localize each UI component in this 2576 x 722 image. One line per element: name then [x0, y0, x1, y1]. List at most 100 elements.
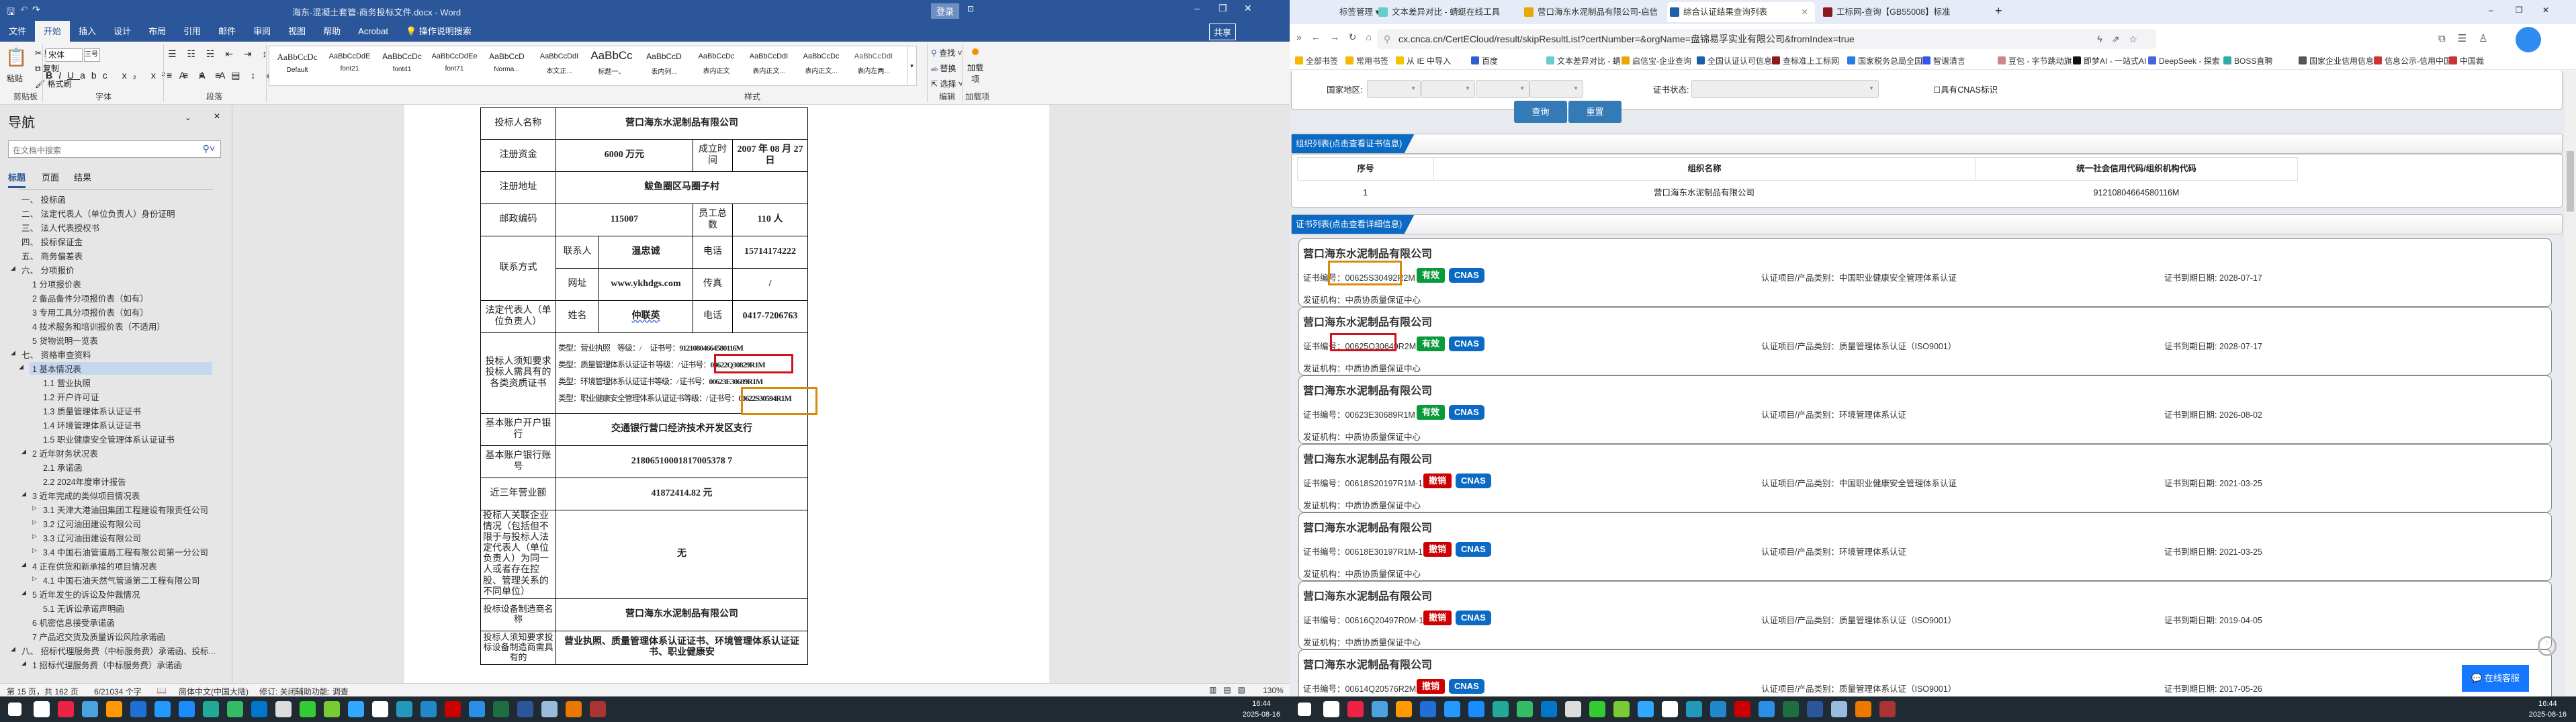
- taskbar-app-icon[interactable]: [1710, 701, 1726, 717]
- style-font41[interactable]: AaBbCcDc font41: [377, 46, 427, 85]
- taskbar-app-icon[interactable]: [541, 701, 558, 717]
- cert-card[interactable]: 营口海东水泥制品有限公司 证书编号：00623E30689R1M 有效 CNAS 发证机…: [1298, 375, 2552, 444]
- taskbar-app-icon[interactable]: [1444, 701, 1460, 717]
- nav-heading-item[interactable]: 5.1 无诉讼承诺声明函: [43, 602, 124, 615]
- taskbar-app-icon[interactable]: [179, 701, 195, 717]
- font-size-select[interactable]: 三号: [84, 48, 100, 62]
- styles-more-button[interactable]: ▾: [907, 46, 916, 85]
- cert-card[interactable]: 营口海东水泥制品有限公司 证书编号：00618S20197R1M-1 撤销 CNAS 发…: [1298, 444, 2552, 512]
- ribbon-display-icon[interactable]: ⊡: [967, 4, 974, 13]
- minimize-button[interactable]: –: [2489, 5, 2493, 15]
- restore-button[interactable]: ❐: [2516, 5, 2523, 15]
- expand-toggle-icon[interactable]: ◢: [11, 645, 15, 653]
- nav-heading-item[interactable]: 1.3 质量管理体系认证证书: [43, 404, 141, 417]
- expand-toggle-icon[interactable]: ▷: [32, 504, 37, 512]
- style-normal[interactable]: AaBbCcD Norma...: [482, 46, 532, 85]
- taskbar-app-icon[interactable]: [1734, 701, 1750, 717]
- tab-bookmark-manager[interactable]: 标签管理 ▾: [1323, 2, 1380, 22]
- taskbar-app-icon[interactable]: [130, 701, 146, 717]
- tab-references[interactable]: 引用: [175, 21, 210, 42]
- taskbar-app-icon[interactable]: [1323, 701, 1339, 717]
- login-button[interactable]: 登录: [931, 3, 960, 19]
- taskbar-app-icon[interactable]: [1468, 701, 1484, 717]
- bookmark-item[interactable]: 国家税务总局全国: [1847, 55, 1922, 66]
- nav-heading-item[interactable]: 6 机密信息接受承诺函: [32, 616, 115, 629]
- style-heading[interactable]: AaBbCc 标题一、: [586, 46, 637, 85]
- taskbar-app-icon[interactable]: [372, 701, 388, 717]
- bookmark-item[interactable]: 信息公示-信用中国: [2374, 55, 2452, 66]
- nav-heading-item[interactable]: ▷ 4.1 中国石油天然气管道第二工程有限公司: [32, 574, 199, 586]
- clock[interactable]: 16:44 2025-08-16: [1243, 698, 1280, 720]
- expand-toggle-icon[interactable]: ◢: [21, 448, 26, 455]
- nav-heading-item[interactable]: 二、 法定代表人（单位负责人）身份证明: [21, 207, 175, 220]
- nav-heading-item[interactable]: ◢ 3 近年完成的类似项目情况表: [21, 489, 140, 502]
- taskbar-app-icon[interactable]: [517, 701, 533, 717]
- nav-heading-item[interactable]: 五、 商务偏差表: [21, 249, 83, 262]
- style-font71[interactable]: AaBbCcDdEe font71: [429, 46, 480, 85]
- tab-help[interactable]: 帮助: [314, 21, 349, 42]
- nav-close-icon[interactable]: ✕: [214, 111, 220, 121]
- close-button[interactable]: ✕: [1244, 3, 1252, 14]
- page-count[interactable]: 第 15 页，共 162 页: [7, 686, 79, 697]
- expand-toggle-icon[interactable]: ◢: [21, 490, 26, 498]
- taskbar-app-icon[interactable]: [1662, 701, 1678, 717]
- nav-heading-item[interactable]: ▷ 3.4 中国石油管道局工程有限公司第一分公司: [32, 545, 208, 558]
- taskbar-app-icon[interactable]: [445, 701, 461, 717]
- tab-cert-results[interactable]: 综合认证结果查询列表 ✕: [1667, 2, 1815, 22]
- reset-button[interactable]: 重置: [1568, 101, 1622, 123]
- style-font21[interactable]: AaBbCcDdE font21: [324, 46, 375, 85]
- taskbar-app-icon[interactable]: [1807, 701, 1823, 717]
- page-scrollbar[interactable]: [2565, 71, 2576, 696]
- taskbar-app-icon[interactable]: [420, 701, 437, 717]
- cert-card[interactable]: 营口海东水泥制品有限公司 证书编号：00616Q20497R0M-1 撤销 CNAS 发…: [1298, 581, 2552, 649]
- taskbar-app-icon[interactable]: [58, 701, 74, 717]
- cert-card[interactable]: 营口海东水泥制品有限公司 证书编号：00625Q30649R2M 有效 CNAS 发证机…: [1298, 307, 2552, 375]
- taskbar-app-icon[interactable]: [82, 701, 98, 717]
- undo-icon[interactable]: ↶: [20, 4, 28, 15]
- back-to-top-icon[interactable]: ↑: [2538, 636, 2557, 656]
- nav-search-input[interactable]: 在文档中搜索 ⚲˅: [8, 140, 221, 158]
- zoom-level[interactable]: 130%: [1263, 686, 1284, 695]
- bookmark-item[interactable]: 豆包 - 字节跳动旗: [1998, 55, 2072, 66]
- addins-button[interactable]: 加载项: [967, 62, 983, 85]
- tab-gbw[interactable]: 工标网-查询【GB55008】标准: [1820, 2, 1985, 22]
- tab-text-diff[interactable]: 文本差异对比 - 蜻蜓在线工具: [1376, 2, 1513, 22]
- nav-heading-item[interactable]: ◢ 1 基本情况表: [19, 362, 212, 375]
- tab-mailings[interactable]: 邮件: [210, 21, 245, 42]
- bookmark-item[interactable]: 百度: [1471, 55, 1498, 66]
- bookmark-item[interactable]: 常用书签: [1345, 55, 1388, 66]
- minimize-button[interactable]: –: [1194, 3, 1200, 13]
- font-name-select[interactable]: 宋体: [46, 48, 83, 62]
- expand-toggle-icon[interactable]: ◢: [19, 363, 24, 371]
- cert-card[interactable]: 营口海东水泥制品有限公司证书编号：00614Q20576R2M撤销CNAS发证机…: [1298, 649, 2552, 696]
- taskbar-app-icon[interactable]: [154, 701, 171, 717]
- clock[interactable]: 16:44 2025-08-16: [2529, 698, 2567, 720]
- nav-heading-item[interactable]: 2.2 2024年度审计报告: [43, 475, 126, 488]
- taskbar-app-icon[interactable]: [203, 701, 219, 717]
- tab-file[interactable]: 文件: [0, 21, 35, 42]
- expand-toggle-icon[interactable]: ◢: [21, 660, 26, 667]
- region-select-1[interactable]: [1367, 80, 1421, 98]
- nav-heading-item[interactable]: ◢ 2 近年财务状况表: [21, 447, 98, 459]
- tab-qixin[interactable]: 营口海东水泥制品有限公司-启信: [1521, 2, 1659, 22]
- nav-heading-item[interactable]: ◢ 4 正在供货和新承接的项目情况表: [21, 559, 157, 572]
- assistant-icon[interactable]: [2516, 27, 2541, 52]
- view-buttons[interactable]: ▥▤▧: [1209, 685, 1252, 694]
- share-button[interactable]: 共享: [1209, 24, 1237, 40]
- taskbar-app-icon[interactable]: [1517, 701, 1533, 717]
- online-service-button[interactable]: 💬 在线客服: [2462, 665, 2529, 692]
- taskbar-app-icon[interactable]: [106, 701, 122, 717]
- nav-heading-item[interactable]: ◢ 5 近年发生的诉讼及仲裁情况: [21, 588, 140, 600]
- taskbar-app-icon[interactable]: [324, 701, 340, 717]
- bookmark-item[interactable]: 即梦AI - 一站式AI: [2073, 55, 2146, 66]
- bookmark-item[interactable]: 查标准上工标网: [1772, 55, 1839, 66]
- tab-acrobat[interactable]: Acrobat: [349, 21, 397, 42]
- taskbar-app-icon[interactable]: [275, 701, 292, 717]
- nav-tab-pages[interactable]: 页面: [42, 171, 59, 183]
- nav-heading-item[interactable]: 7 产品迟交货及质量诉讼风险承诺函: [32, 630, 165, 643]
- taskbar-app-icon[interactable]: [1420, 701, 1436, 717]
- nav-heading-item[interactable]: ▷ 3.3 辽河油田建设有限公司: [32, 531, 141, 544]
- taskbar-app-icon[interactable]: [1759, 701, 1775, 717]
- nav-heading-item[interactable]: ◢ 七、 资格审查资料: [11, 348, 91, 361]
- new-tab-button[interactable]: +: [1995, 4, 2002, 18]
